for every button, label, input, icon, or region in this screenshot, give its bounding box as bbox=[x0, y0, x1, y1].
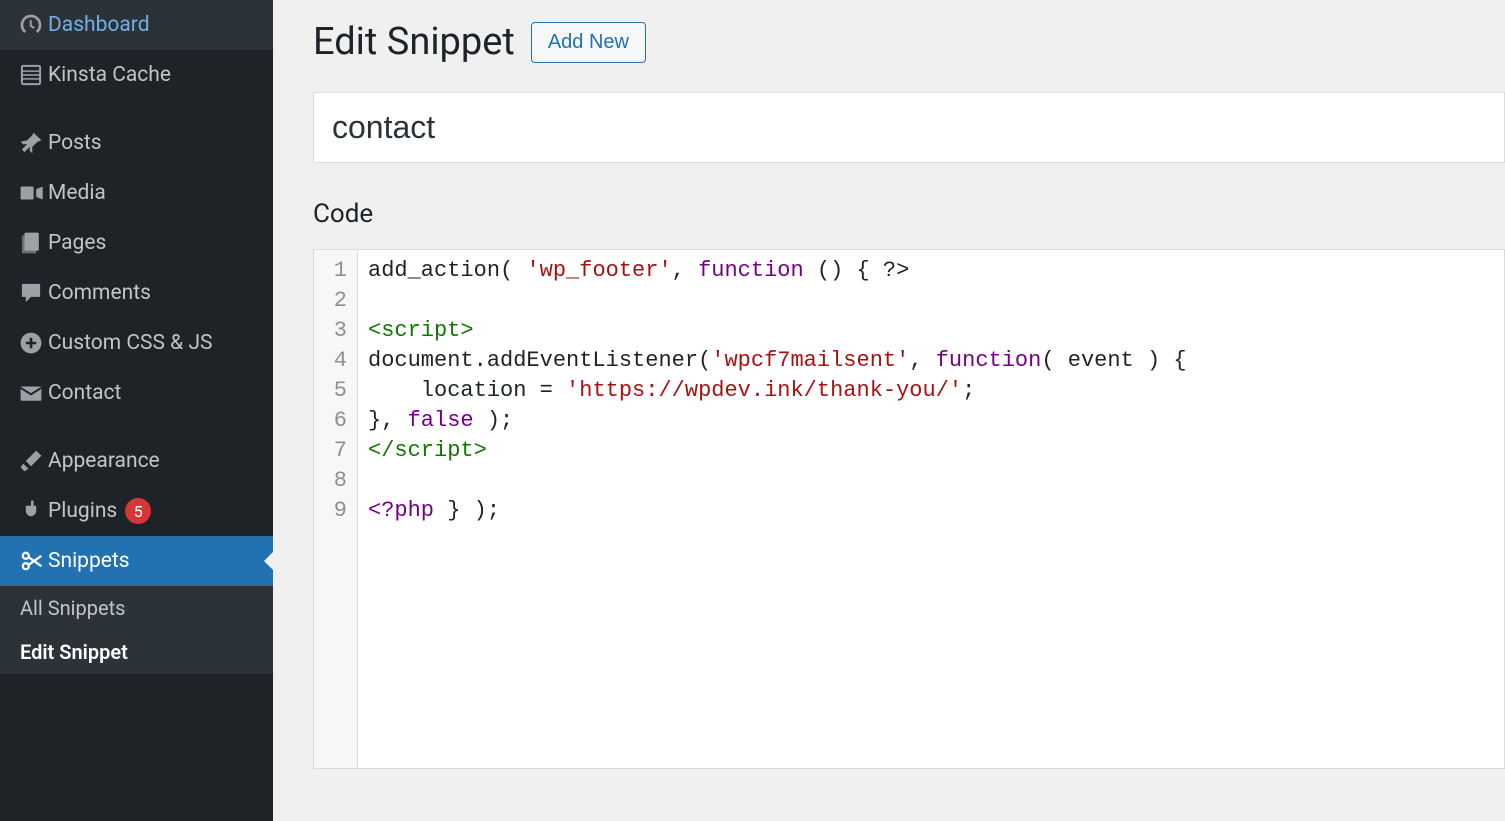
scissors-icon bbox=[14, 548, 48, 574]
sidebar-item-label: Snippets bbox=[48, 549, 130, 573]
line-number: 1 bbox=[328, 256, 347, 286]
code-line bbox=[368, 286, 1494, 316]
snippet-title-input[interactable] bbox=[313, 92, 1505, 163]
sidebar-item-dashboard[interactable]: Dashboard bbox=[0, 0, 273, 50]
pages-icon bbox=[14, 230, 48, 256]
code-line: location = 'https://wpdev.ink/thank-you/… bbox=[368, 376, 1494, 406]
sidebar-item-comments[interactable]: Comments bbox=[0, 268, 273, 318]
line-number: 6 bbox=[328, 406, 347, 436]
code-line: }, false ); bbox=[368, 406, 1494, 436]
sidebar-item-label: Pages bbox=[48, 231, 106, 255]
comment-icon bbox=[14, 280, 48, 306]
line-number: 5 bbox=[328, 376, 347, 406]
sidebar-item-label: Contact bbox=[48, 381, 121, 405]
sidebar-subitem-edit-snippet[interactable]: Edit Snippet bbox=[0, 630, 273, 674]
sidebar-item-contact[interactable]: Contact bbox=[0, 368, 273, 418]
sidebar-item-posts[interactable]: Posts bbox=[0, 118, 273, 168]
plug-icon bbox=[14, 498, 48, 524]
brush-icon bbox=[14, 448, 48, 474]
update-count-badge: 5 bbox=[125, 498, 151, 524]
sidebar-item-media[interactable]: Media bbox=[0, 168, 273, 218]
line-number: 4 bbox=[328, 346, 347, 376]
code-line: document.addEventListener('wpcf7mailsent… bbox=[368, 346, 1494, 376]
line-number-gutter: 123456789 bbox=[314, 250, 358, 768]
dashboard-icon bbox=[14, 12, 48, 38]
code-editor[interactable]: 123456789 add_action( 'wp_footer', funct… bbox=[313, 249, 1505, 769]
code-line bbox=[368, 466, 1494, 496]
sidebar-item-snippets[interactable]: Snippets bbox=[0, 536, 273, 586]
code-line: </script> bbox=[368, 436, 1494, 466]
admin-sidebar: Dashboard Kinsta Cache Posts Media Pages Comm… bbox=[0, 0, 273, 821]
sidebar-item-appearance[interactable]: Appearance bbox=[0, 436, 273, 486]
line-number: 8 bbox=[328, 466, 347, 496]
sidebar-item-label: Comments bbox=[48, 281, 151, 305]
line-number: 9 bbox=[328, 496, 347, 526]
media-icon bbox=[14, 180, 48, 206]
code-line: <script> bbox=[368, 316, 1494, 346]
sidebar-item-pages[interactable]: Pages bbox=[0, 218, 273, 268]
code-textarea[interactable]: add_action( 'wp_footer', function () { ?… bbox=[358, 250, 1504, 768]
code-line: <?php } ); bbox=[368, 496, 1494, 526]
sidebar-item-label: Plugins bbox=[48, 499, 117, 523]
sidebar-item-plugins[interactable]: Plugins 5 bbox=[0, 486, 273, 536]
sidebar-item-label: Appearance bbox=[48, 449, 160, 473]
mail-icon bbox=[14, 380, 48, 406]
main-content: Edit Snippet Add New Code 123456789 add_… bbox=[273, 0, 1505, 821]
sidebar-item-label: Kinsta Cache bbox=[48, 63, 171, 87]
plus-circle-icon bbox=[14, 330, 48, 356]
add-new-button[interactable]: Add New bbox=[531, 22, 646, 63]
sidebar-item-custom-css-js[interactable]: Custom CSS & JS bbox=[0, 318, 273, 368]
title-row: Edit Snippet Add New bbox=[313, 20, 1505, 64]
code-section-label: Code bbox=[313, 199, 1505, 229]
sidebar-item-label: Custom CSS & JS bbox=[48, 331, 213, 355]
sidebar-item-kinsta-cache[interactable]: Kinsta Cache bbox=[0, 50, 273, 100]
line-number: 2 bbox=[328, 286, 347, 316]
pin-icon bbox=[14, 130, 48, 156]
line-number: 7 bbox=[328, 436, 347, 466]
code-line: add_action( 'wp_footer', function () { ?… bbox=[368, 256, 1494, 286]
sidebar-item-label: Media bbox=[48, 181, 106, 205]
line-number: 3 bbox=[328, 316, 347, 346]
sidebar-item-label: Posts bbox=[48, 131, 102, 155]
sidebar-submenu: All SnippetsEdit Snippet bbox=[0, 586, 273, 674]
database-icon bbox=[14, 62, 48, 88]
sidebar-subitem-all-snippets[interactable]: All Snippets bbox=[0, 586, 273, 630]
sidebar-item-label: Dashboard bbox=[48, 13, 150, 37]
page-title: Edit Snippet bbox=[313, 20, 515, 64]
